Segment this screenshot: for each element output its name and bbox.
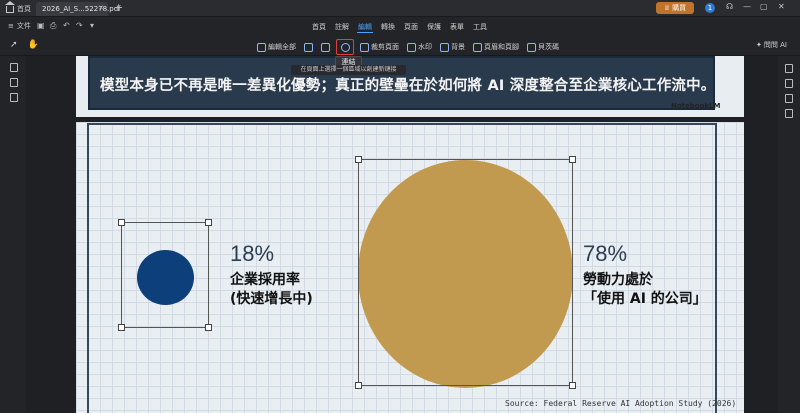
edit-all-label: 編輯全部: [268, 43, 296, 51]
crop-page-label: 裁剪頁面: [371, 43, 399, 51]
edit-all-button[interactable]: 編輯全部: [255, 42, 298, 53]
left-sidebar: [0, 56, 26, 413]
crop-icon: [360, 42, 369, 52]
menu-item-edit[interactable]: 編輯: [357, 22, 373, 33]
watermark-button[interactable]: 水印: [405, 42, 434, 53]
text-icon: [304, 42, 313, 52]
stat-right-label-line1: 勞動力處於: [583, 272, 653, 288]
thumbnails-icon[interactable]: [10, 63, 18, 72]
menu-bar: ≡ 文件 ▣ ⎙ ↶ ↷ ▾ 首頁 註解 編輯 轉換 頁面 保護 表單 工具: [0, 17, 800, 36]
zoom-in-icon[interactable]: [785, 79, 793, 88]
resize-handle[interactable]: [569, 156, 576, 163]
background-button[interactable]: 背景: [438, 42, 467, 53]
comment-icon[interactable]: [10, 93, 18, 102]
pointer-tools: ➚ ✋: [10, 40, 39, 50]
right-sidebar: [778, 56, 800, 413]
maximize-icon[interactable]: ▢: [760, 2, 768, 11]
resize-handle[interactable]: [205, 219, 212, 226]
ask-ai-button[interactable]: ✦ 問問 AI: [756, 40, 787, 50]
close-tab-icon[interactable]: ✕: [98, 4, 104, 12]
bates-number-button[interactable]: 貝茨碼: [525, 42, 561, 53]
main-menu: 首頁 註解 編輯 轉換 頁面 保護 表單 工具: [311, 22, 488, 33]
header-footer-label: 頁眉和頁腳: [484, 43, 519, 51]
home-icon: [5, 1, 15, 13]
edit-tools: 編輯全部 裁剪頁面 水印 背景 頁眉和頁腳 貝茨碼: [255, 39, 561, 55]
bates-icon: [527, 42, 536, 52]
menu-item-home[interactable]: 首頁: [311, 22, 327, 33]
resize-handle[interactable]: [569, 382, 576, 389]
watermark-label: 水印: [418, 43, 432, 51]
ai-sparkle-icon: ✦: [756, 41, 762, 49]
document-tab-title: 2026_AI_S...52278.pdf: [42, 5, 121, 13]
header-footer-button[interactable]: 頁眉和頁腳: [471, 42, 521, 53]
image-icon: [321, 42, 330, 52]
link-icon: [340, 42, 350, 52]
close-window-icon[interactable]: ✕: [778, 2, 785, 11]
resize-handle[interactable]: [118, 219, 125, 226]
link-button[interactable]: [336, 39, 354, 55]
menu-item-annotate[interactable]: 註解: [334, 22, 350, 33]
bates-number-label: 貝茨碼: [538, 43, 559, 51]
edit-toolbar: ➚ ✋ 編輯全部 裁剪頁面 水印 背景 頁眉和頁腳 貝茨碼 ✦ 問問 AI: [0, 36, 800, 56]
bookmark-icon[interactable]: [10, 78, 18, 87]
resize-handle[interactable]: [355, 382, 362, 389]
avatar[interactable]: 1: [705, 3, 715, 13]
file-menu[interactable]: ≡ 文件: [8, 21, 31, 31]
hand-tool-icon[interactable]: ✋: [28, 40, 39, 50]
stat-left-label-line2: (快速增長中): [230, 291, 313, 307]
crown-icon: ♕: [663, 4, 671, 12]
background-icon: [440, 42, 449, 52]
fit-width-icon[interactable]: [785, 109, 793, 118]
watermark-icon: [407, 42, 416, 52]
print-icon[interactable]: ⎙: [50, 21, 56, 31]
ask-ai-label: 問問 AI: [763, 41, 787, 49]
header-footer-icon: [473, 42, 482, 52]
stat-left-value: 18%: [230, 241, 275, 266]
large-circle-selection[interactable]: [355, 156, 576, 389]
document-tab[interactable]: 2026_AI_S...52278.pdf ✕: [36, 2, 121, 16]
minimize-icon[interactable]: —: [743, 2, 751, 11]
tab-bar: 首頁 2026_AI_S...52278.pdf ✕ + ♕ 購買 1 ☊ — …: [0, 0, 800, 17]
hamburger-icon: ≡: [8, 22, 14, 30]
fit-page-icon[interactable]: [785, 94, 793, 103]
edit-all-icon: [257, 42, 266, 52]
stat-right-label-line2: 「使用 AI 的公司」: [583, 291, 707, 307]
source-citation: Source: Federal Reserve AI Adoption Stud…: [505, 399, 737, 408]
link-tooltip-hint: 在頁面上選擇一個區域以創建新鏈接: [291, 65, 406, 75]
save-icon[interactable]: ▣: [37, 21, 45, 30]
resize-handle[interactable]: [355, 156, 362, 163]
menu-item-convert[interactable]: 轉換: [380, 22, 396, 33]
menu-item-tools[interactable]: 工具: [472, 22, 488, 33]
slide-1-text: 模型本身已不再是唯一差異化優勢；真正的壁壘在於如何將 AI 深度整合至企業核心工…: [100, 78, 716, 94]
crop-page-button[interactable]: 裁剪頁面: [358, 42, 401, 53]
notebooklm-brand: NotebookLM: [671, 102, 721, 110]
undo-icon[interactable]: ↶: [63, 21, 70, 30]
stat-right-value: 78%: [583, 241, 628, 266]
home-tab-label: 首頁: [17, 4, 31, 13]
add-text-button[interactable]: [302, 42, 315, 53]
home-tab[interactable]: 首頁: [5, 1, 31, 15]
file-menu-label: 文件: [16, 22, 31, 30]
chevron-down-icon[interactable]: ▾: [90, 21, 94, 30]
redo-icon[interactable]: ↷: [76, 21, 83, 30]
add-image-button[interactable]: [319, 42, 332, 53]
menu-item-form[interactable]: 表單: [449, 22, 465, 33]
buy-button[interactable]: ♕ 購買: [656, 2, 694, 14]
stat-left-label-line1: 企業採用率: [230, 272, 300, 288]
resize-handle[interactable]: [205, 324, 212, 331]
menu-item-page[interactable]: 頁面: [403, 22, 419, 33]
new-tab-icon[interactable]: +: [114, 1, 123, 14]
small-circle-graphic: [137, 250, 194, 305]
slide-page-1: 模型本身已不再是唯一差異化優勢；真正的壁壘在於如何將 AI 深度整合至企業核心工…: [76, 56, 744, 117]
background-label: 背景: [451, 43, 465, 51]
resize-handle[interactable]: [118, 324, 125, 331]
select-cursor-icon[interactable]: ➚: [10, 40, 18, 50]
menu-item-protect[interactable]: 保護: [426, 22, 442, 33]
search-icon[interactable]: [785, 64, 793, 73]
headset-icon[interactable]: ☊: [726, 2, 733, 11]
buy-button-label: 購買: [672, 4, 687, 12]
